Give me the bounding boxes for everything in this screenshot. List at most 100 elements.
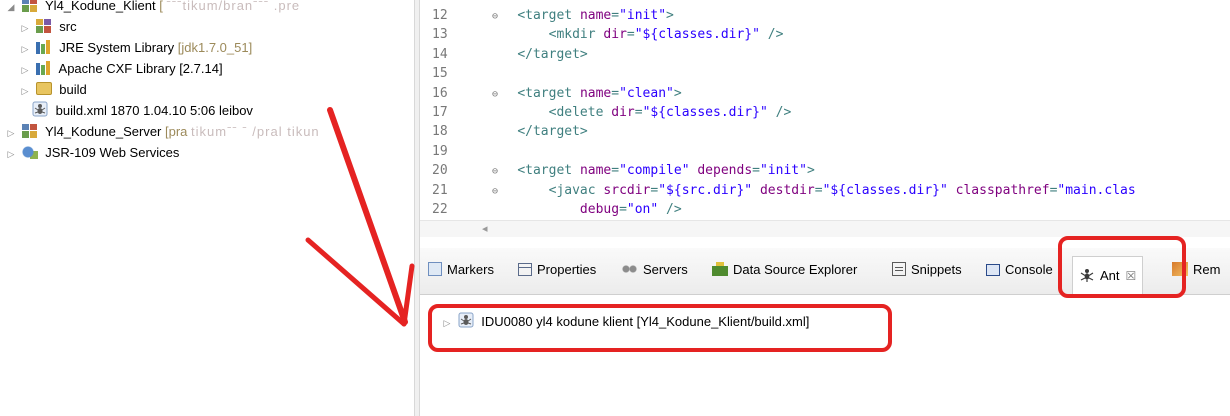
code-text: <target name="compile" depends="init">: [486, 163, 814, 179]
collapsed-arrow-icon[interactable]: ▷: [18, 81, 32, 101]
xml-str-token: "${classes.dir}": [822, 182, 948, 198]
tree-item-project-server[interactable]: ▷ Yl4_Kodune_Server [pra tikumˉˉ ˉ /pral…: [4, 122, 320, 142]
xml-tag-token: <mkdir: [548, 27, 604, 43]
code-text: <delete dir="${classes.dir}" />: [486, 105, 792, 120]
tab-label: Servers: [643, 262, 688, 277]
tab-label: Data Source Explorer: [733, 262, 858, 277]
collapsed-arrow-icon[interactable]: ▷: [18, 18, 32, 38]
code-line[interactable]: 19: [420, 143, 486, 161]
code-line[interactable]: 22 debug="on" />: [420, 201, 682, 219]
ant-file-icon: [32, 101, 48, 117]
horizontal-scrollbar[interactable]: ◂: [420, 220, 1230, 237]
collapsed-arrow-icon[interactable]: ▷: [18, 39, 32, 59]
xml-str-token: "on": [626, 202, 659, 217]
xml-str-token: "clean": [619, 85, 674, 101]
code-line[interactable]: 13 <mkdir dir="${classes.dir}" />: [420, 26, 783, 44]
collapsed-arrow-icon[interactable]: ▷: [18, 60, 32, 80]
scroll-left-icon[interactable]: ◂: [482, 221, 488, 237]
xml-str-token: "${classes.dir}": [642, 105, 768, 120]
code-text: <javac srcdir="${src.dir}" destdir="${cl…: [486, 183, 1136, 198]
ant-view-content: ▷ IDU0080 yl4 kodune klient [Yl4_Kodune_…: [420, 296, 1230, 416]
tree-item-src[interactable]: ▷ src: [18, 17, 77, 37]
code-line[interactable]: 18 </target>: [420, 123, 588, 141]
tab-remote[interactable]: Rem: [1172, 260, 1220, 280]
xml-attr-token: srcdir: [603, 182, 651, 198]
expanded-arrow-icon[interactable]: ◢: [4, 0, 18, 17]
line-number: 16: [432, 85, 448, 101]
line-number: 15: [432, 66, 448, 82]
xml-tag-token: </target>: [517, 124, 588, 140]
xml-tag-token: />: [658, 202, 682, 217]
line-gutter: 12 ⊖: [420, 7, 498, 26]
tree-item-label: src: [59, 19, 77, 34]
xml-tag-token: =: [626, 27, 635, 43]
ant-buildfile-label: IDU0080 yl4 kodune klient [Yl4_Kodune_Kl…: [481, 314, 810, 329]
bottom-view-stack: Markers Properties Servers Data Source E…: [420, 240, 1230, 416]
code-text: </target>: [486, 124, 588, 140]
tree-item-cxf-library[interactable]: ▷ Apache CXF Library [2.7.14]: [18, 59, 223, 79]
tree-item-jre-library[interactable]: ▷ JRE System Library [jdk1.7.0_51]: [18, 38, 252, 58]
tab-markers[interactable]: Markers: [428, 260, 494, 280]
xml-editor[interactable]: 12 ⊖ <target name="init"> 13 <mkdir dir="$…: [420, 0, 1230, 240]
ant-icon: [1079, 260, 1095, 282]
xml-tag-token: =: [611, 8, 620, 23]
tab-label: Console: [1005, 262, 1053, 277]
code-line[interactable]: 15: [420, 65, 486, 83]
xml-attr-token: dir: [603, 27, 627, 43]
collapsed-arrow-icon[interactable]: ▷: [440, 313, 454, 333]
tree-item-decoration: [pra: [165, 124, 188, 139]
tree-item-build-folder[interactable]: ▷ build: [18, 80, 87, 100]
tab-snippets[interactable]: Snippets: [892, 260, 962, 280]
xml-str-token: "init": [759, 163, 807, 179]
code-line[interactable]: 16 ⊖ <target name="clean">: [420, 85, 682, 103]
line-number: 12: [432, 8, 448, 23]
project-icon: [21, 124, 38, 138]
tab-label: Rem: [1193, 262, 1221, 277]
line-number: 22: [432, 202, 448, 217]
line-number: 14: [432, 46, 448, 62]
code-line[interactable]: 20 ⊖ <target name="compile" depends="init…: [420, 162, 815, 180]
tab-ant[interactable]: Ant ☒: [1072, 256, 1144, 295]
tab-data-source-explorer[interactable]: Data Source Explorer: [712, 260, 857, 280]
tree-item-project-klient[interactable]: ◢ Yl4_Kodune_Klient [ ˉˉˉtikum/branˉˉˉ .…: [4, 0, 300, 16]
console-icon: [986, 264, 1000, 276]
servers-icon: [622, 262, 638, 276]
tree-item-jsr109[interactable]: ▷ JSR-109 Web Services: [4, 143, 179, 163]
xml-str-token: "init": [619, 8, 667, 23]
xml-tag-token: <delete: [548, 105, 612, 120]
collapsed-arrow-icon[interactable]: ▷: [4, 144, 18, 164]
tab-servers[interactable]: Servers: [622, 260, 688, 280]
code-line[interactable]: 14 </target>: [420, 46, 588, 64]
line-gutter: 20 ⊖: [420, 162, 498, 181]
properties-icon: [518, 263, 532, 276]
xml-tag-token: >: [673, 85, 682, 101]
xml-attr-token: name: [579, 8, 612, 23]
tab-label: Snippets: [911, 262, 962, 277]
xml-attr-token: classpathref: [955, 182, 1050, 198]
package-icon: [35, 19, 52, 33]
xml-attr-token: name: [579, 85, 612, 101]
tab-console[interactable]: Console: [986, 260, 1053, 280]
code-line[interactable]: 21 ⊖ <javac srcdir="${src.dir}" destdir="…: [420, 182, 1136, 200]
tree-item-decoration: [jdk1.7.0_51]: [177, 40, 253, 55]
close-icon[interactable]: ☒: [1126, 269, 1137, 283]
xml-attr-token: debug: [579, 202, 620, 217]
ant-buildfile-entry[interactable]: ▷ IDU0080 yl4 kodune klient [Yl4_Kodune_…: [440, 312, 809, 332]
xml-tag-token: </target>: [517, 46, 588, 62]
collapsed-arrow-icon[interactable]: ▷: [4, 123, 18, 143]
tree-item-build-xml[interactable]: build.xml 1870 1.04.10 5:06 leibov: [32, 101, 253, 121]
tab-properties[interactable]: Properties: [518, 260, 596, 280]
xml-tag-token: >: [666, 8, 674, 23]
code-line[interactable]: 12 ⊖ <target name="init">: [420, 7, 674, 25]
line-gutter: 19: [420, 143, 486, 162]
code-line[interactable]: 17 <delete dir="${classes.dir}" />: [420, 104, 791, 122]
snippets-icon: [892, 262, 906, 276]
tree-item-label: build.xml 1870 1.04.10 5:06 leibov: [55, 103, 253, 118]
line-number: 18: [432, 124, 448, 140]
project-explorer: ◢ Yl4_Kodune_Klient [ ˉˉˉtikum/branˉˉˉ .…: [0, 0, 414, 416]
